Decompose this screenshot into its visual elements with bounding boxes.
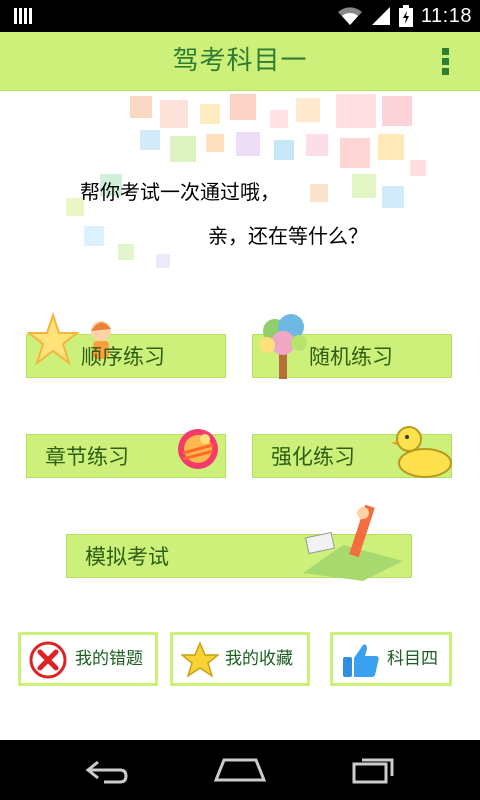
app-bar: 驾考科目一 [0, 32, 480, 91]
signal-icon [371, 7, 390, 25]
my-wrong-questions-label: 我的错题 [75, 649, 143, 669]
star-icon [181, 641, 219, 678]
overflow-menu-icon[interactable] [442, 48, 450, 76]
thumbs-up-icon [343, 644, 379, 677]
subject-four-button[interactable]: 科目四 [330, 632, 452, 686]
banner-text-line2: 亲，还在等什么？ [208, 224, 368, 248]
sequential-practice-label: 顺序练习 [81, 345, 165, 369]
notification-icon [14, 6, 34, 26]
chapter-practice-label: 章节练习 [45, 445, 129, 469]
mock-exam-label: 模拟考试 [85, 545, 169, 569]
intensive-practice-button[interactable]: 强化练习 [252, 426, 452, 478]
my-favorites-button[interactable]: 我的收藏 [170, 632, 310, 686]
tree-icon [259, 314, 307, 379]
my-favorites-label: 我的收藏 [225, 649, 293, 669]
random-practice-label: 随机练习 [309, 345, 393, 369]
my-wrong-questions-button[interactable]: 我的错题 [18, 632, 158, 686]
status-time: 11:18 [420, 4, 472, 27]
navigation-bar [0, 740, 480, 800]
recent-apps-icon[interactable] [352, 754, 398, 784]
duck-icon [391, 426, 452, 478]
wifi-icon [337, 7, 362, 25]
mock-exam-button[interactable]: 模拟考试 [66, 505, 412, 581]
sequential-practice-button[interactable]: 顺序练习 [26, 311, 226, 378]
banner-text-line1: 帮你考试一次通过哦， [80, 180, 280, 204]
home-icon[interactable] [214, 758, 266, 782]
random-practice-button[interactable]: 随机练习 [252, 314, 452, 379]
battery-icon [398, 5, 413, 27]
intensive-practice-label: 强化练习 [271, 445, 355, 469]
chapter-practice-button[interactable]: 章节练习 [26, 429, 226, 478]
status-bar: 11:18 [0, 0, 480, 32]
close-circle-icon [29, 641, 67, 679]
subject-four-label: 科目四 [387, 649, 438, 669]
back-icon[interactable] [84, 758, 130, 784]
pencil-book-icon [303, 505, 403, 581]
page-title: 驾考科目一 [172, 46, 308, 76]
balloon-icon [178, 429, 218, 469]
